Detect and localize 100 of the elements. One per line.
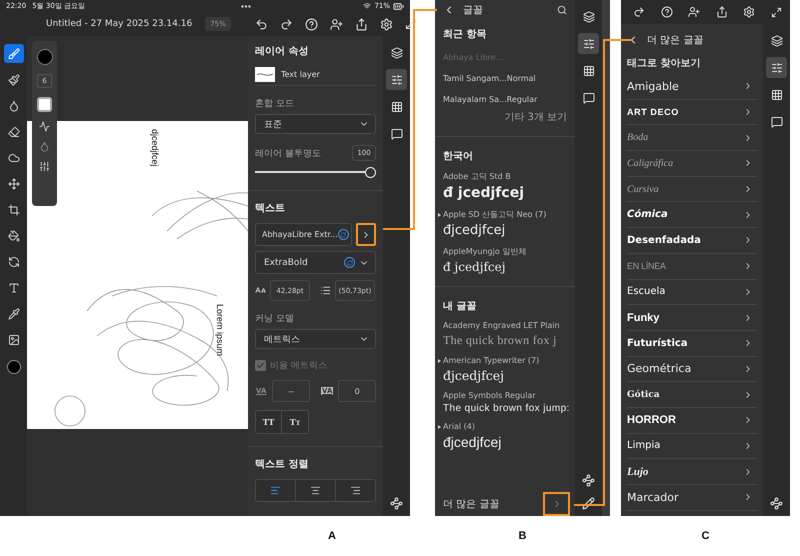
tool-button[interactable] xyxy=(4,44,24,63)
tag-row[interactable]: HORROR xyxy=(627,408,757,434)
rail-tab[interactable] xyxy=(386,69,407,90)
tag-row[interactable]: Futurística xyxy=(627,330,757,357)
crop-icon xyxy=(8,204,20,216)
recent-font-name[interactable]: Tamil Sangam... xyxy=(443,74,507,83)
case-button[interactable]: Tt xyxy=(282,411,308,433)
sliders-icon[interactable] xyxy=(39,161,50,172)
tag-row[interactable]: Caligráfica xyxy=(627,151,757,177)
settings-icon[interactable] xyxy=(380,18,393,30)
layer-name: Text layer xyxy=(281,70,320,79)
font-name[interactable]: Academy Engraved LET Plain xyxy=(443,321,560,330)
nodes-icon[interactable] xyxy=(770,497,783,510)
tag-row[interactable]: EN LÍNEA xyxy=(627,254,757,280)
brush-icon xyxy=(8,48,20,60)
tag-row[interactable]: Geométrica xyxy=(627,356,757,382)
wave-icon[interactable] xyxy=(39,121,50,132)
canvas-text[interactable]: djcedjfcej xyxy=(150,129,160,167)
expand-icon[interactable] xyxy=(770,6,782,18)
tag-row[interactable]: Gótica xyxy=(627,382,757,408)
tag-name: ART DECO xyxy=(627,107,679,118)
more-dots-icon[interactable] xyxy=(241,4,251,8)
tag-row[interactable]: Lujo xyxy=(627,459,757,485)
font-name[interactable]: Arial (4) xyxy=(443,422,475,431)
share-icon[interactable] xyxy=(354,18,368,30)
redo-icon[interactable] xyxy=(633,6,645,18)
pencil-icon[interactable] xyxy=(582,497,595,510)
opacity-slider[interactable] xyxy=(255,166,376,178)
align-right-icon xyxy=(350,485,361,496)
help-icon[interactable] xyxy=(660,6,673,18)
align-button[interactable] xyxy=(336,480,375,501)
expand-icon[interactable] xyxy=(438,358,441,362)
tag-row[interactable]: Cómica xyxy=(627,202,757,228)
recent-font-name[interactable]: Malayalam Sa... xyxy=(443,95,507,104)
blend-mode-dropdown[interactable]: 표준 xyxy=(255,114,376,134)
tag-row[interactable]: Boda xyxy=(627,125,757,152)
font-sample[interactable]: The quick brown fox j xyxy=(443,333,567,348)
layers-icon xyxy=(770,34,782,46)
font-name[interactable]: Adobe 고딕 Std B xyxy=(443,171,511,182)
show-more-link[interactable]: 기타 3개 보기 xyxy=(504,110,567,124)
nodes-icon[interactable] xyxy=(582,474,595,487)
font-sample[interactable]: đ jcedjfcej xyxy=(443,260,567,274)
rail-tab[interactable] xyxy=(766,57,787,78)
settings-icon[interactable] xyxy=(743,6,756,18)
user-add-icon[interactable] xyxy=(688,6,700,18)
tag-name: Desenfadada xyxy=(627,234,701,246)
cloud-icon xyxy=(8,152,20,164)
tag-name: Limpia xyxy=(627,440,660,452)
expand-icon[interactable] xyxy=(404,18,417,30)
tag-row[interactable]: Amigable xyxy=(627,74,757,100)
tag-row[interactable]: Funky xyxy=(627,305,757,331)
font-name[interactable]: American Typewriter (7) xyxy=(443,356,540,365)
recent-font-style: Normal xyxy=(506,74,537,83)
opacity-swatch[interactable] xyxy=(37,97,52,112)
comment-icon xyxy=(582,92,594,104)
tracking-field[interactable]: 0 xyxy=(338,380,376,402)
expand-icon[interactable] xyxy=(438,424,441,428)
undo-icon[interactable] xyxy=(254,18,268,30)
color-swatch[interactable] xyxy=(36,49,52,65)
layer-thumbnail xyxy=(255,67,275,82)
tag-name: Escuela xyxy=(627,286,666,298)
document-title[interactable]: Untitled - 27 May 2025 23.14.16 xyxy=(46,19,192,29)
tag-row[interactable]: Marcador xyxy=(627,485,757,511)
expand-icon[interactable] xyxy=(438,212,441,216)
user-add-icon[interactable] xyxy=(330,18,343,30)
tag-row[interactable]: Limpia xyxy=(627,434,757,460)
color-swatch[interactable] xyxy=(6,360,20,374)
redo-icon[interactable] xyxy=(280,18,293,30)
tracking-field[interactable]: -- xyxy=(272,380,310,402)
share-icon[interactable] xyxy=(716,6,728,18)
case-button[interactable]: TT xyxy=(256,411,282,433)
rail-tab[interactable] xyxy=(578,33,599,54)
font-field[interactable]: AbhayaLibre Extr... xyxy=(255,223,352,246)
nodes-icon[interactable] xyxy=(390,497,403,510)
figure-label: A xyxy=(328,530,336,542)
search-icon[interactable] xyxy=(557,5,567,15)
tag-row[interactable]: ART DECO xyxy=(627,100,757,126)
section-heading: 내 글꼴 xyxy=(443,300,478,313)
kerning-dropdown[interactable]: 메트릭스 xyxy=(255,329,376,349)
font-sample[interactable]: The quick brown fox jump: xyxy=(443,403,567,414)
font-name[interactable]: AppleMyungjo 일반체 xyxy=(443,246,526,257)
font-style-dropdown[interactable]: ExtraBold xyxy=(255,251,376,274)
canvas-text[interactable]: Lorem ipsum xyxy=(215,304,225,356)
tag-row[interactable]: Desenfadada xyxy=(627,228,757,254)
font-sample[interactable]: đjcedjfcej xyxy=(443,434,567,450)
move-icon xyxy=(8,178,20,190)
font-sample[interactable]: đ jcedjfcej xyxy=(443,185,567,201)
align-button[interactable] xyxy=(296,480,336,501)
font-name[interactable]: Apple Symbols Regular xyxy=(443,391,536,400)
slider-thumb[interactable] xyxy=(365,166,376,178)
tag-row[interactable]: Escuela xyxy=(627,280,757,306)
tag-row[interactable]: Cursiva xyxy=(627,176,757,202)
font-name[interactable]: Apple SD 산돌고딕 Neo (7) xyxy=(443,209,546,220)
more-fonts-button[interactable] xyxy=(543,492,570,516)
font-sample[interactable]: đjcedjfcej xyxy=(443,368,567,383)
font-list-button[interactable] xyxy=(356,223,376,246)
droplet-icon[interactable] xyxy=(39,141,50,152)
help-icon[interactable] xyxy=(304,18,318,30)
canvas[interactable]: djcedjfcej Lorem ipsum xyxy=(27,121,248,429)
font-sample[interactable]: đjcedjfcej xyxy=(443,223,567,238)
